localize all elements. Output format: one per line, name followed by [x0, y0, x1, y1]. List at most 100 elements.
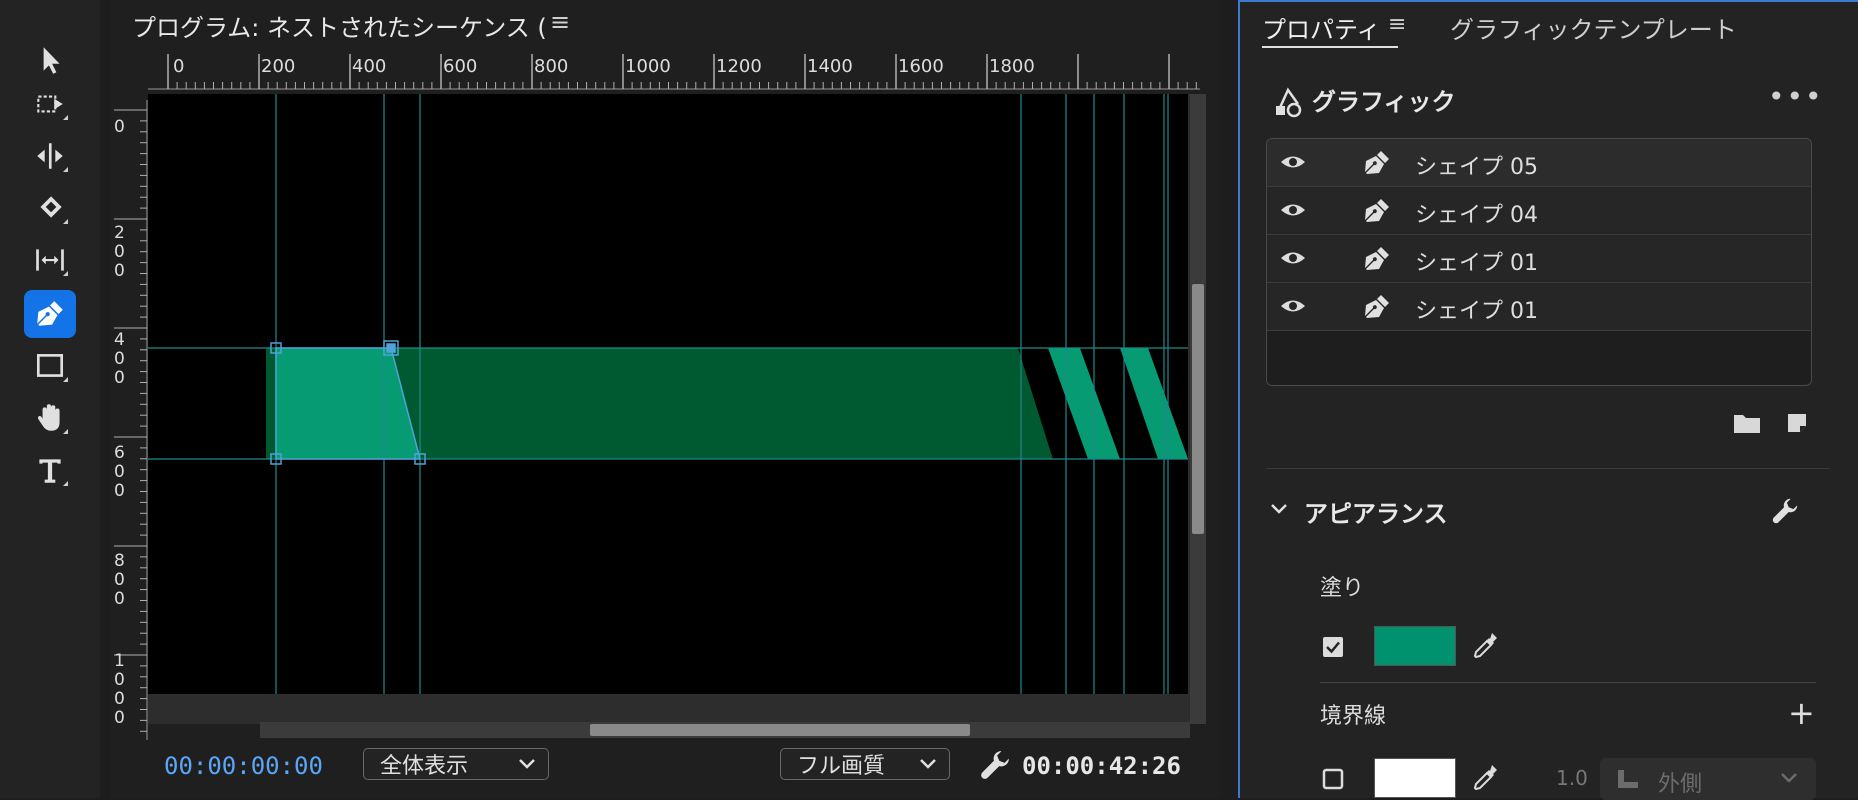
chevron-down-icon: [1781, 773, 1797, 783]
playback-resolution-value: フル画質: [797, 754, 886, 779]
pen-shape-icon: [1365, 199, 1389, 222]
ruler-h-label: 200: [261, 56, 295, 77]
new-group-folder-icon[interactable]: [1732, 410, 1762, 436]
fill-checkbox[interactable]: [1322, 636, 1344, 658]
ruler-v-label: 6: [114, 443, 125, 463]
vertical-scroll-thumb[interactable]: [1192, 284, 1204, 534]
vertical-ruler: 0 2 0 0 4 0 0 6 0 0 8 0 0 1 0 0 0: [114, 100, 148, 740]
ruler-v-label: 0: [114, 261, 125, 281]
layer-name: シェイプ 05: [1415, 155, 1538, 180]
hand-icon: [37, 404, 60, 431]
rectangle-icon: [36, 354, 64, 377]
stroke-position-select[interactable]: 外側: [1600, 758, 1816, 800]
ruler-h-label: 1800: [989, 56, 1035, 77]
graphic-icon: [1276, 87, 1302, 118]
ruler-h-label: 600: [443, 56, 477, 77]
vertical-scrollbar[interactable]: [1190, 94, 1206, 724]
horizontal-scrollbar[interactable]: [260, 722, 1190, 738]
track-select-icon: [37, 95, 63, 113]
visibility-eye-icon[interactable]: [1279, 245, 1307, 271]
layer-name: シェイプ 01: [1415, 251, 1538, 276]
layer-row[interactable]: シェイプ 01: [1267, 235, 1811, 283]
ruler-v-label: 0: [114, 670, 125, 690]
visibility-eye-icon[interactable]: [1279, 293, 1307, 319]
arrow-icon: [43, 47, 60, 74]
playback-resolution-select[interactable]: フル画質: [780, 748, 950, 780]
ruler-h-label: 0: [173, 56, 184, 77]
track-select-tool-button[interactable]: [24, 80, 76, 128]
layer-row[interactable]: シェイプ 01: [1267, 283, 1811, 331]
stroke-width-value[interactable]: 1.0: [1556, 766, 1588, 790]
fill-label: 塗り: [1320, 576, 1365, 601]
layer-name: シェイプ 01: [1415, 299, 1538, 324]
program-monitor-panel: プログラム: ネストされたシーケンス ( ≡ 0 200 400 600 800…: [110, 0, 1220, 798]
ruler-v-label: 0: [114, 570, 125, 590]
tab-graphic-templates[interactable]: グラフィックテンプレート: [1450, 10, 1737, 45]
panel-menu-icon[interactable]: ≡: [1388, 12, 1406, 37]
layer-row[interactable]: シェイプ 04: [1267, 187, 1811, 235]
ripple-edit-tool-button[interactable]: [24, 132, 76, 180]
zoom-level-select[interactable]: 全体表示: [363, 748, 549, 780]
monitor-menu-icon[interactable]: ≡: [550, 8, 570, 36]
chevron-down-icon: [519, 759, 535, 769]
slip-icon: [36, 249, 64, 271]
active-tab-indicator: [1262, 46, 1398, 48]
fill-color-swatch[interactable]: [1374, 626, 1456, 666]
pen-shape-icon: [1365, 247, 1389, 270]
ruler-v-label: 0: [114, 481, 125, 501]
add-stroke-button[interactable]: +: [1788, 694, 1815, 732]
ruler-v-label: 1: [114, 651, 125, 671]
pen-icon: [37, 301, 63, 326]
pen-tool-button[interactable]: [24, 290, 76, 338]
collapse-chevron-icon[interactable]: [1268, 498, 1290, 520]
stroke-checkbox[interactable]: [1322, 768, 1344, 790]
new-layer-icon[interactable]: [1784, 410, 1810, 436]
stroke-label: 境界線: [1320, 704, 1387, 729]
playhead-timecode[interactable]: 00:00:00:00: [164, 752, 323, 780]
visibility-eye-icon[interactable]: [1279, 197, 1307, 223]
ruler-v-label: 0: [114, 368, 125, 388]
stroke-color-swatch[interactable]: [1374, 758, 1456, 798]
ruler-h-label: 1000: [625, 56, 671, 77]
ruler-v-label: 8: [114, 551, 125, 571]
type-tool-button[interactable]: [24, 446, 76, 494]
eyedropper-icon[interactable]: [1470, 630, 1500, 662]
pen-shape-icon: [1365, 295, 1389, 318]
tab-properties[interactable]: プロパティ: [1262, 10, 1381, 45]
hand-tool-button[interactable]: [24, 394, 76, 442]
ruler-h-label: 1600: [898, 56, 944, 77]
razor-icon: [40, 196, 62, 218]
ruler-v-label: 4: [114, 330, 125, 350]
zoom-level-value: 全体表示: [380, 754, 469, 779]
settings-wrench-icon[interactable]: [978, 748, 1012, 782]
selection-tool-button[interactable]: [24, 36, 76, 84]
video-canvas[interactable]: [148, 94, 1188, 694]
horizontal-scroll-thumb[interactable]: [590, 724, 970, 736]
ruler-v-label: 0: [114, 462, 125, 482]
horizontal-ruler: 0 200 400 600 800 1000 1200 1400 1600 18…: [148, 54, 1200, 90]
ruler-h-label: 400: [352, 56, 386, 77]
ruler-v-label: 0: [114, 589, 125, 609]
eyedropper-icon[interactable]: [1470, 762, 1500, 794]
sequence-duration: 00:00:42:26: [1022, 752, 1181, 780]
rectangle-tool-button[interactable]: [24, 342, 76, 390]
appearance-wrench-icon[interactable]: [1770, 496, 1800, 526]
canvas-area[interactable]: [148, 94, 1200, 724]
stroke-outer-icon: [1618, 770, 1638, 788]
visibility-eye-icon[interactable]: [1279, 149, 1307, 175]
slip-tool-button[interactable]: [24, 236, 76, 284]
ruler-v-label: 2: [114, 223, 125, 243]
appearance-section-title[interactable]: アピアランス: [1304, 494, 1448, 529]
section-divider: [1266, 468, 1830, 469]
monitor-title[interactable]: プログラム: ネストされたシーケンス (: [132, 8, 547, 43]
ruler-v-label: 0: [114, 242, 125, 262]
ruler-h-label: 1200: [716, 56, 762, 77]
ruler-h-label: 1400: [807, 56, 853, 77]
layer-row[interactable]: シェイプ 05: [1267, 139, 1811, 187]
stroke-position-value: 外側: [1658, 772, 1703, 797]
more-options-button[interactable]: •••: [1768, 80, 1824, 113]
ruler-v-label: 0: [114, 689, 125, 709]
layer-list: シェイプ 05 シェイプ 04 シェイプ 01 シェイプ 01: [1266, 138, 1812, 386]
ripple-edit-icon: [37, 143, 63, 169]
razor-tool-button[interactable]: [24, 184, 76, 232]
